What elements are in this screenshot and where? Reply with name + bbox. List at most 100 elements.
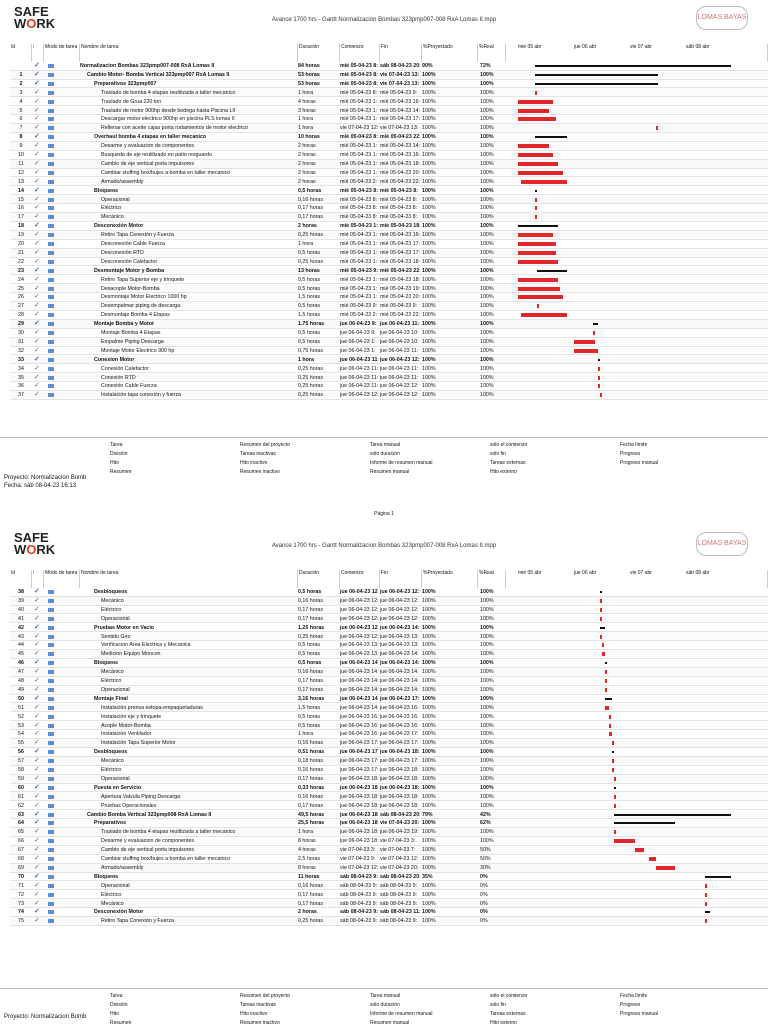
task-end: mié 05-04-23 22: — [380, 267, 420, 274]
task-duration: 0,25 horas — [298, 633, 324, 640]
task-name: Instalación prensa estopa-empaquetaduras — [101, 704, 203, 711]
table-row: 52 ✓ Instalación eje y trinquete 0,5 horas j… — [10, 713, 768, 722]
task-end: jue 06-04-23 18: — [380, 793, 419, 800]
task-bar — [537, 304, 539, 309]
task-mode-icon — [48, 178, 56, 187]
task-start: jue 06-04-23 16: — [340, 722, 378, 729]
task-pct-projected: 100% — [422, 374, 436, 381]
task-pct-real: 0% — [480, 918, 488, 925]
task-start: mié 05-04-23 9: — [340, 303, 378, 310]
task-pct-projected: 100% — [422, 152, 436, 158]
task-mode-icon — [48, 739, 56, 748]
task-start: jue 06-04-23 18: — [340, 775, 378, 782]
task-start: sáb 08-04-23 9: — [340, 891, 378, 898]
check-icon: ✓ — [34, 364, 40, 372]
task-bar — [614, 830, 617, 835]
task-pct-real: 100% — [480, 214, 494, 221]
check-icon: ✓ — [34, 828, 40, 836]
task-bar — [611, 768, 614, 772]
check-icon: ✓ — [34, 605, 40, 613]
legend: Proyecto: Normalizacion Bomb Fecha: sáb … — [0, 437, 768, 498]
task-duration: 0,17 horas — [298, 900, 324, 907]
task-pct-projected: 100% — [422, 116, 436, 123]
task-duration: 0,5 horas — [298, 589, 322, 595]
table-row: 59 ✓ Operacional 0,17 horas jue 06-04-23 18:… — [10, 774, 768, 784]
check-icon: ✓ — [34, 632, 40, 640]
task-pct-real: 100% — [480, 258, 494, 265]
task-name: Descargar motor electrico 900hp en pisci… — [101, 116, 235, 123]
check-icon: ✓ — [34, 62, 40, 69]
summary-bar — [604, 697, 612, 700]
task-duration: 1 hora — [298, 125, 314, 132]
task-duration: 0,17 horas — [298, 678, 324, 684]
task-start: jue 06-04-23 14: — [340, 704, 378, 711]
task-pct-real: 100% — [480, 178, 494, 185]
task-mode-icon — [48, 151, 56, 160]
task-pct-real: 50% — [480, 856, 491, 862]
task-name: Cambiar stuffing box/bujes a bomba en ta… — [101, 169, 231, 176]
row-id: 65 — [18, 829, 24, 836]
table-row: 16 ✓ Eléctrico 0,17 horas mié 05-04-23 8: mié… — [10, 204, 768, 214]
task-mode-icon — [48, 89, 56, 98]
task-pct-projected: 100% — [422, 267, 436, 274]
task-pct-projected: 100% — [422, 704, 436, 711]
table-row: 56 ✓ Desbloqueos 0,51 horas jue 06-04-23 17:… — [10, 748, 768, 757]
task-duration: 3 horas — [298, 107, 316, 114]
row-id: 73 — [18, 900, 24, 907]
col-real-2: %Real — [478, 570, 506, 588]
task-duration: 3,16 horas — [298, 695, 325, 702]
table-row: 49 ✓ Operacional 0,17 horas jue 06-04-23 14:… — [10, 685, 768, 695]
legend-item: Hito — [110, 1011, 119, 1017]
task-pct-real: 100% — [480, 347, 494, 354]
task-pct-real: 50% — [480, 847, 491, 854]
task-pct-real: 100% — [480, 784, 494, 791]
task-pct-real: 62% — [480, 820, 491, 827]
check-icon: ✓ — [34, 748, 40, 756]
table-row: 42 ✓ Pruebas Motor en Vacio 1,25 horas jue 0… — [10, 624, 768, 633]
task-pct-real: 42% — [480, 811, 491, 818]
row-id: 74 — [18, 909, 24, 916]
task-bar — [600, 598, 602, 603]
table-row: 73 ✓ Mecánico 0,17 horas sáb 08-04-23 9: sáb … — [10, 899, 768, 909]
task-mode-icon — [48, 784, 56, 793]
legend-item: Resumen manual — [370, 1020, 410, 1024]
task-bar — [609, 714, 612, 719]
task-start: vie 07-04-23 12: — [340, 125, 378, 132]
task-pct-real: 100% — [480, 71, 494, 78]
task-end: mié 05-04-23 18: — [380, 223, 420, 230]
task-pct-real: 100% — [480, 606, 494, 613]
task-pct-projected: 35% — [422, 873, 433, 880]
task-name: Preparativos 323pmp007 — [94, 80, 157, 87]
task-pct-projected: 100% — [422, 160, 436, 167]
task-pct-projected: 100% — [422, 775, 436, 782]
task-bar — [574, 348, 598, 353]
legend-item: Progreso — [620, 451, 641, 457]
lomas-bayas-logo: LOMAS BAYAS — [696, 6, 748, 30]
row-id: 34 — [18, 365, 24, 372]
check-icon: ✓ — [34, 801, 40, 809]
check-icon: ✓ — [34, 329, 40, 336]
task-end: jue 06-04-23 14: — [380, 669, 419, 676]
task-bar — [604, 705, 610, 710]
task-start: jue 06-04-23 12: — [340, 589, 378, 595]
task-pct-real: 100% — [480, 330, 494, 336]
check-icon: ✓ — [34, 115, 40, 123]
summary-bar — [600, 626, 605, 629]
task-duration: 0,25 horas — [298, 374, 324, 381]
task-pct-real: 100% — [480, 793, 494, 800]
table-row: 36 ✓ Conexión Cable Fuerza 0,25 horas jue 06… — [10, 382, 768, 392]
table-row: 10 ✓ Busqueda de eje reutilizado en patio … — [10, 151, 768, 160]
check-icon: ✓ — [34, 641, 40, 649]
check-icon: ✓ — [34, 257, 40, 265]
task-pct-projected: 100% — [422, 285, 436, 292]
task-pct-real: 100% — [480, 758, 494, 765]
task-end: jue 06-04-23 14: — [380, 651, 419, 658]
task-pct-real: 100% — [480, 143, 494, 150]
check-icon: ✓ — [34, 863, 40, 871]
task-duration: 0,25 horas — [298, 918, 324, 925]
task-mode-icon — [48, 864, 56, 873]
task-end: mié 05-04-23 14: — [380, 107, 420, 114]
task-mode-icon — [48, 650, 56, 659]
task-duration: 0,16 horas — [298, 740, 324, 747]
task-duration: 0,5 horas — [298, 187, 322, 194]
